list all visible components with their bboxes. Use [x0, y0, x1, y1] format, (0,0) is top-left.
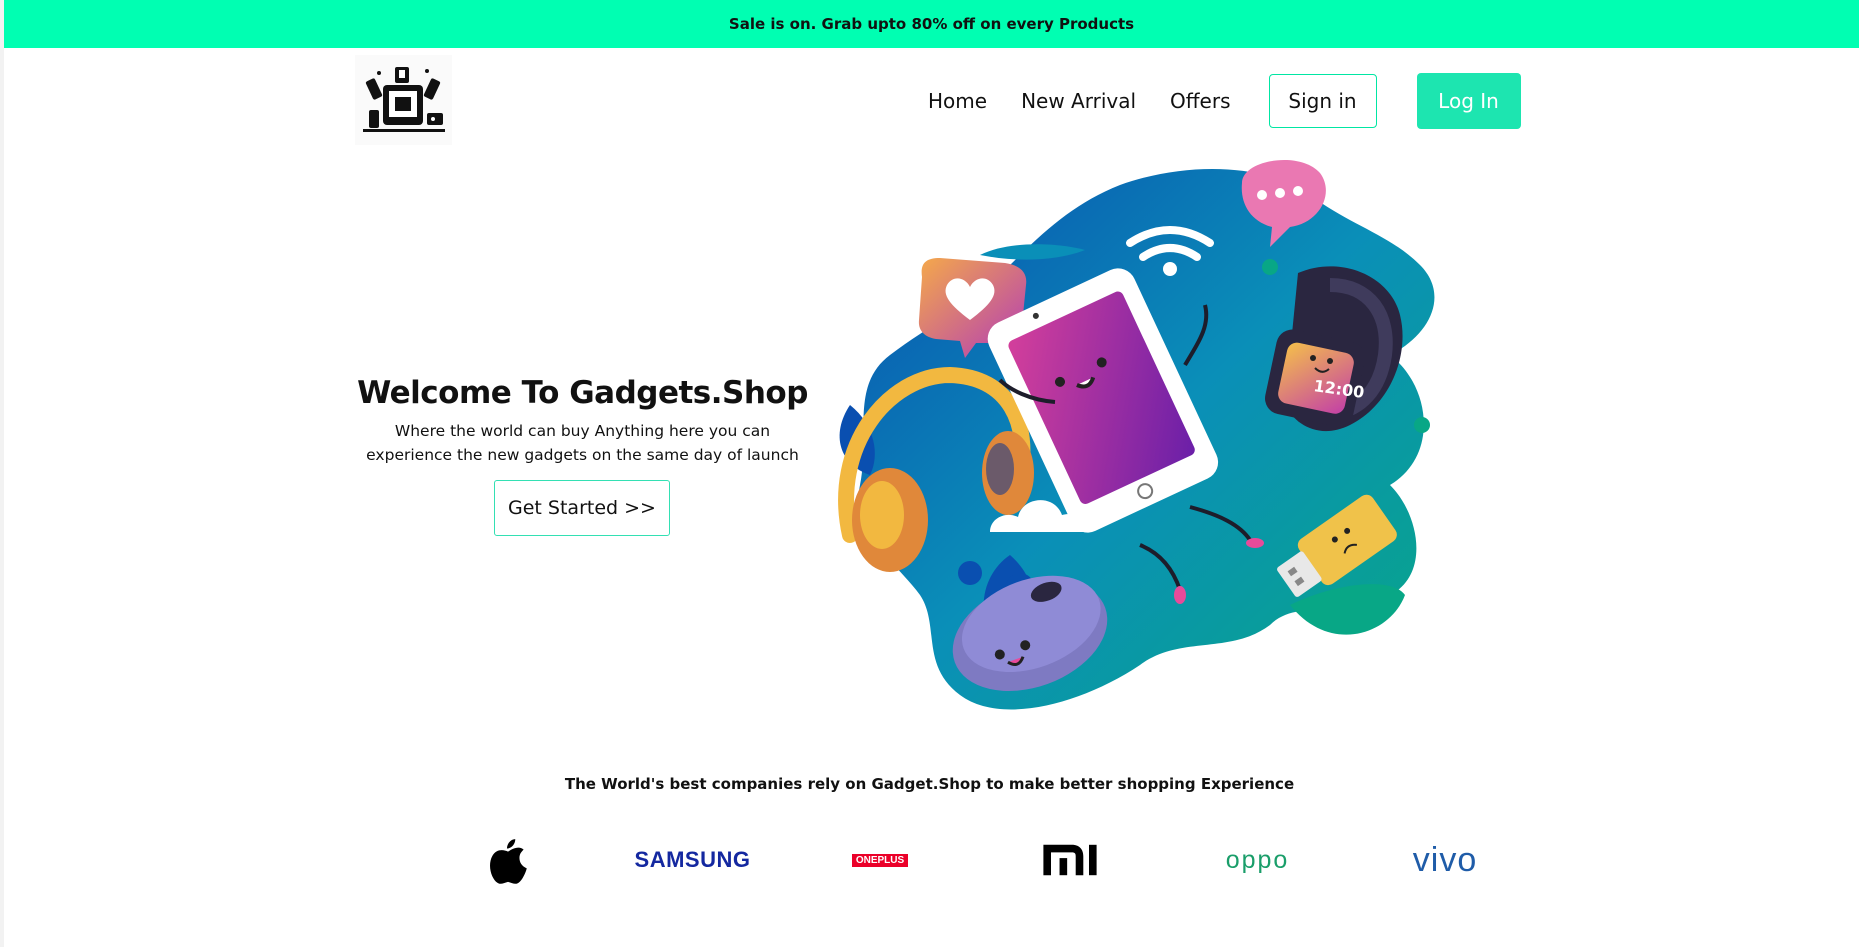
sign-in-button[interactable]: Sign in — [1268, 74, 1377, 128]
hero-subtitle: Where the world can buy Anything here yo… — [366, 422, 799, 464]
brand-oppo[interactable]: oppo — [1205, 830, 1310, 890]
gadgets-illustration: 12:00 — [838, 159, 1435, 710]
nav-home[interactable]: Home — [928, 89, 987, 113]
promo-banner: Sale is on. Grab upto 80% off on every P… — [4, 0, 1859, 48]
nav-offers[interactable]: Offers — [1170, 89, 1230, 113]
brand-vivo[interactable]: vivo — [1390, 830, 1500, 890]
mi-logo-icon — [1043, 844, 1097, 876]
hero-section: Welcome To Gadgets.Shop Where the world … — [350, 375, 815, 467]
partners-heading: The World's best companies rely on Gadge… — [564, 775, 1295, 793]
site-logo[interactable] — [355, 55, 452, 145]
oneplus-logo: ONEPLUS — [851, 853, 909, 867]
nav-new-arrival[interactable]: New Arrival — [1021, 89, 1136, 113]
brand-xiaomi[interactable] — [1035, 830, 1105, 890]
apple-logo-icon — [490, 839, 527, 884]
log-in-button[interactable]: Log In — [1416, 73, 1521, 129]
hero-illustration: 12:00 — [830, 155, 1480, 735]
main-nav: Home New Arrival Offers Sign in Log In — [928, 72, 1521, 130]
logo-icon — [355, 55, 452, 145]
promo-text: Sale is on. Grab upto 80% off on every P… — [728, 15, 1135, 33]
page-left-edge — [0, 0, 4, 947]
brand-samsung[interactable]: SAMSUNG — [635, 830, 750, 890]
brand-oneplus[interactable]: ONEPLUS — [845, 830, 915, 890]
brand-apple[interactable] — [478, 830, 538, 890]
get-started-button[interactable]: Get Started >> — [494, 480, 670, 536]
hero-title: Welcome To Gadgets.Shop — [357, 375, 808, 411]
